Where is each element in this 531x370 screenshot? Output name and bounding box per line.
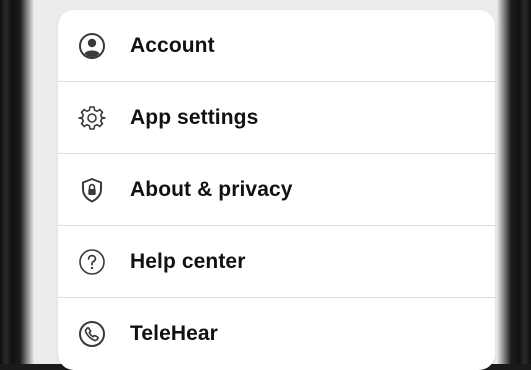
menu-item-help-center[interactable]: Help center [58, 226, 495, 298]
account-circle-icon [78, 32, 106, 60]
menu-item-about-privacy[interactable]: About & privacy [58, 154, 495, 226]
settings-menu: Account App settings About & privacy Hel… [58, 10, 495, 370]
menu-item-telehear[interactable]: TeleHear [58, 298, 495, 369]
menu-item-label: App settings [130, 105, 259, 129]
menu-item-label: Account [130, 33, 215, 57]
shield-lock-icon [78, 176, 106, 204]
menu-item-account[interactable]: Account [58, 10, 495, 82]
menu-item-app-settings[interactable]: App settings [58, 82, 495, 154]
menu-item-label: TeleHear [130, 321, 218, 345]
gear-icon [78, 104, 106, 132]
menu-item-label: About & privacy [130, 177, 293, 201]
menu-item-label: Help center [130, 249, 246, 273]
phone-circle-icon [78, 320, 106, 348]
question-circle-icon [78, 248, 106, 276]
